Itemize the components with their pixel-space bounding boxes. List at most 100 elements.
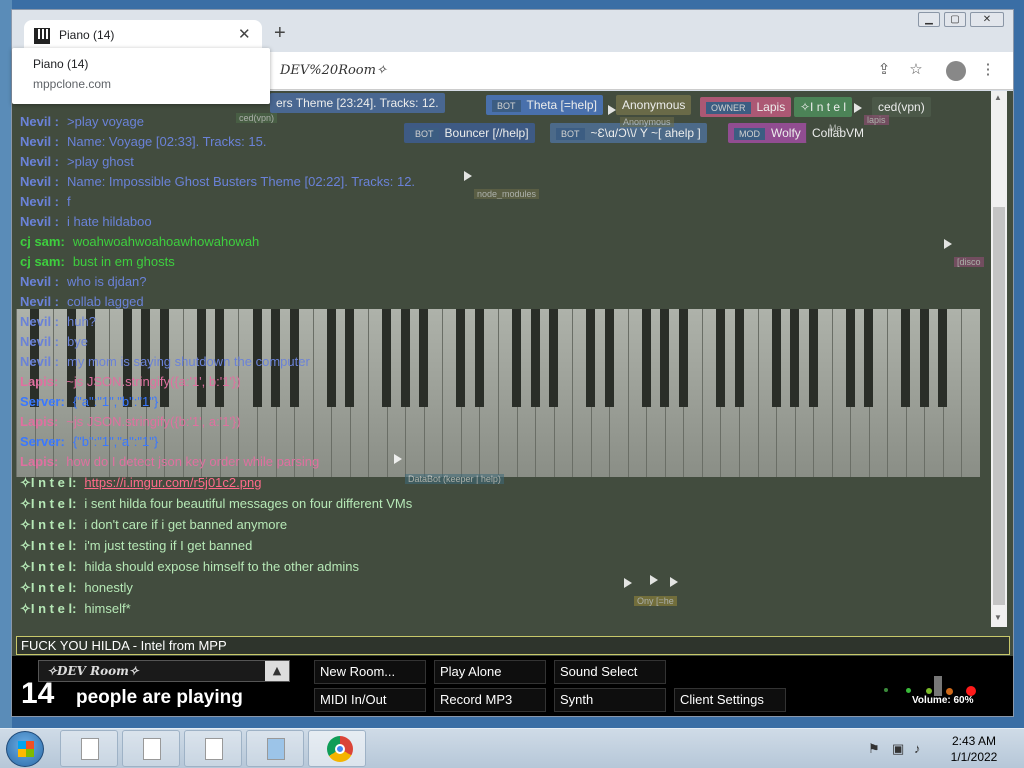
scroll-thumb[interactable] [993,207,1005,605]
speaker-icon[interactable]: ♪ [914,741,921,756]
new-tab-button[interactable]: + [274,23,286,43]
user-cursor-icon [608,105,616,115]
chat-message: Nevil : who is djdan? [20,272,980,292]
chat-author[interactable]: cj sam: [20,254,65,269]
role-badge: BOT [492,100,521,112]
player-count-label: people are playing [76,687,243,708]
chat-author[interactable]: Nevil : [20,134,59,149]
user-name: Anonymous [622,98,686,112]
document-icon [205,738,223,760]
clock[interactable]: 2:43 AM 1/1/2022 [936,733,1012,765]
chat-author[interactable]: Lapis: [20,454,58,469]
chat-text: bye [67,334,88,349]
synth-button[interactable]: Synth [554,688,666,712]
chat-message: Nevil : collab lagged [20,292,980,312]
taskbar-item-document[interactable] [122,730,180,767]
chat-message: ✧I n t e l: i don't care if i get banned … [20,514,980,535]
sound-select-button[interactable]: Sound Select [554,660,666,684]
bookmark-star-icon[interactable]: ☆ [906,60,926,78]
chat-message: Lapis: how do I detect json key order whi… [20,452,980,472]
chat-text: >play ghost [67,154,134,169]
chat-author[interactable]: Nevil : [20,274,59,289]
chat-text: ~js JSON.stringify({a:'1', b:'1'}) [66,374,241,389]
flag-icon[interactable]: ⚑ [868,741,880,757]
taskbar-item-document[interactable] [184,730,242,767]
user-name-badge[interactable]: ers Theme [23:24]. Tracks: 12. [270,93,445,113]
chat-author[interactable]: Nevil : [20,334,59,349]
user-cursor-icon [670,577,678,587]
chat-author[interactable]: Lapis: [20,414,58,429]
chat-author[interactable]: cj sam: [20,234,65,249]
taskbar-item-chrome[interactable] [308,730,366,767]
volume-label: Volume: 60% [912,695,974,706]
chat-author[interactable]: Nevil : [20,174,59,189]
chat-text: f [67,194,71,209]
room-select[interactable]: ✧DEV Room✧ ▲ [38,660,290,682]
scroll-down-icon[interactable]: ▼ [994,613,1002,622]
tab-close-icon[interactable]: ✕ [238,25,251,43]
chat-author[interactable]: ✧I n t e l: [20,601,76,616]
document-icon [143,738,161,760]
chat-link[interactable]: https://i.imgur.com/r5j01c2.png [84,475,261,490]
chat-author[interactable]: ✧I n t e l: [20,517,76,532]
maximize-button[interactable]: ▢ [944,12,966,27]
room-dropdown-arrow-icon[interactable]: ▲ [265,661,289,681]
midi-button[interactable]: MIDI In/Out [314,688,426,712]
chat-author[interactable]: Server: [20,434,65,449]
chat-text: i hate hildaboo [67,214,152,229]
chat-author[interactable]: Nevil : [20,214,59,229]
close-window-button[interactable]: ✕ [970,12,1004,27]
menu-kebab-icon[interactable]: ⋮ [978,60,998,78]
clock-time: 2:43 AM [951,734,997,748]
chat-author[interactable]: Lapis: [20,374,58,389]
play-alone-button[interactable]: Play Alone [434,660,546,684]
chat-text: i sent hilda four beautiful messages on … [84,496,413,511]
chat-text: >play voyage [67,114,144,129]
player-count: 14 [21,677,55,710]
chat-message: Nevil : >play ghost [20,152,980,172]
chat-author[interactable]: ✧I n t e l: [20,538,76,553]
network-icon[interactable]: ▣ [892,741,904,757]
taskbar-item-control-panel[interactable] [246,730,304,767]
scroll-up-icon[interactable]: ▲ [994,93,1002,102]
control-panel-icon [267,738,285,760]
address-bar[interactable]: DEV%20Room✧ [270,58,870,84]
profile-avatar-icon[interactable] [946,61,966,81]
chat-input[interactable]: FUCK YOU HILDA - Intel from MPP [16,636,1010,655]
chat-text: i'm just testing if I get banned [84,538,253,553]
chat-text: {"b":"1","a":"1"} [72,434,159,449]
bottom-bar: ✧DEV Room✧ ▲ 14 people are playing New R… [12,656,1013,716]
client-settings-button[interactable]: Client Settings [674,688,786,712]
new-room-button[interactable]: New Room... [314,660,426,684]
start-button[interactable] [6,731,44,767]
share-icon[interactable]: ⇪ [874,60,894,78]
user-cursor-icon [650,575,658,585]
chat-text: huh? [67,314,96,329]
volume-knob[interactable] [934,676,942,696]
user-name: Theta [=help] [526,98,597,112]
chat-text: honestly [84,580,133,595]
chat-author[interactable]: Nevil : [20,114,59,129]
chat-author[interactable]: Nevil : [20,314,59,329]
minimize-button[interactable]: ▁ [918,12,940,27]
chat-author[interactable]: Server: [20,394,65,409]
floating-label: node_modules [474,189,540,199]
chat-author[interactable]: ✧I n t e l: [20,496,76,511]
chat-text: ~js JSON.stringify({b:'1', a:'1'}) [66,414,241,429]
chat-author[interactable]: ✧I n t e l: [20,559,76,574]
chat-message: Lapis: ~js JSON.stringify({b:'1', a:'1'}) [20,412,980,432]
chat-author[interactable]: ✧I n t e l: [20,580,76,595]
chat-scrollbar[interactable]: ▲ ▼ [991,91,1007,627]
chat-author[interactable]: Nevil : [20,294,59,309]
chat-author[interactable]: Nevil : [20,194,59,209]
chat-author[interactable]: Nevil : [20,354,59,369]
status-led [884,688,888,692]
taskbar-item-document[interactable] [60,730,118,767]
piano-white-key[interactable] [16,309,17,477]
record-mp3-button[interactable]: Record MP3 [434,688,546,712]
chat-author[interactable]: ✧I n t e l: [20,475,76,490]
user-cursor-icon [944,239,952,249]
clock-date: 1/1/2022 [950,750,998,764]
chat-author[interactable]: Nevil : [20,154,59,169]
floating-label: [disco [954,257,984,267]
